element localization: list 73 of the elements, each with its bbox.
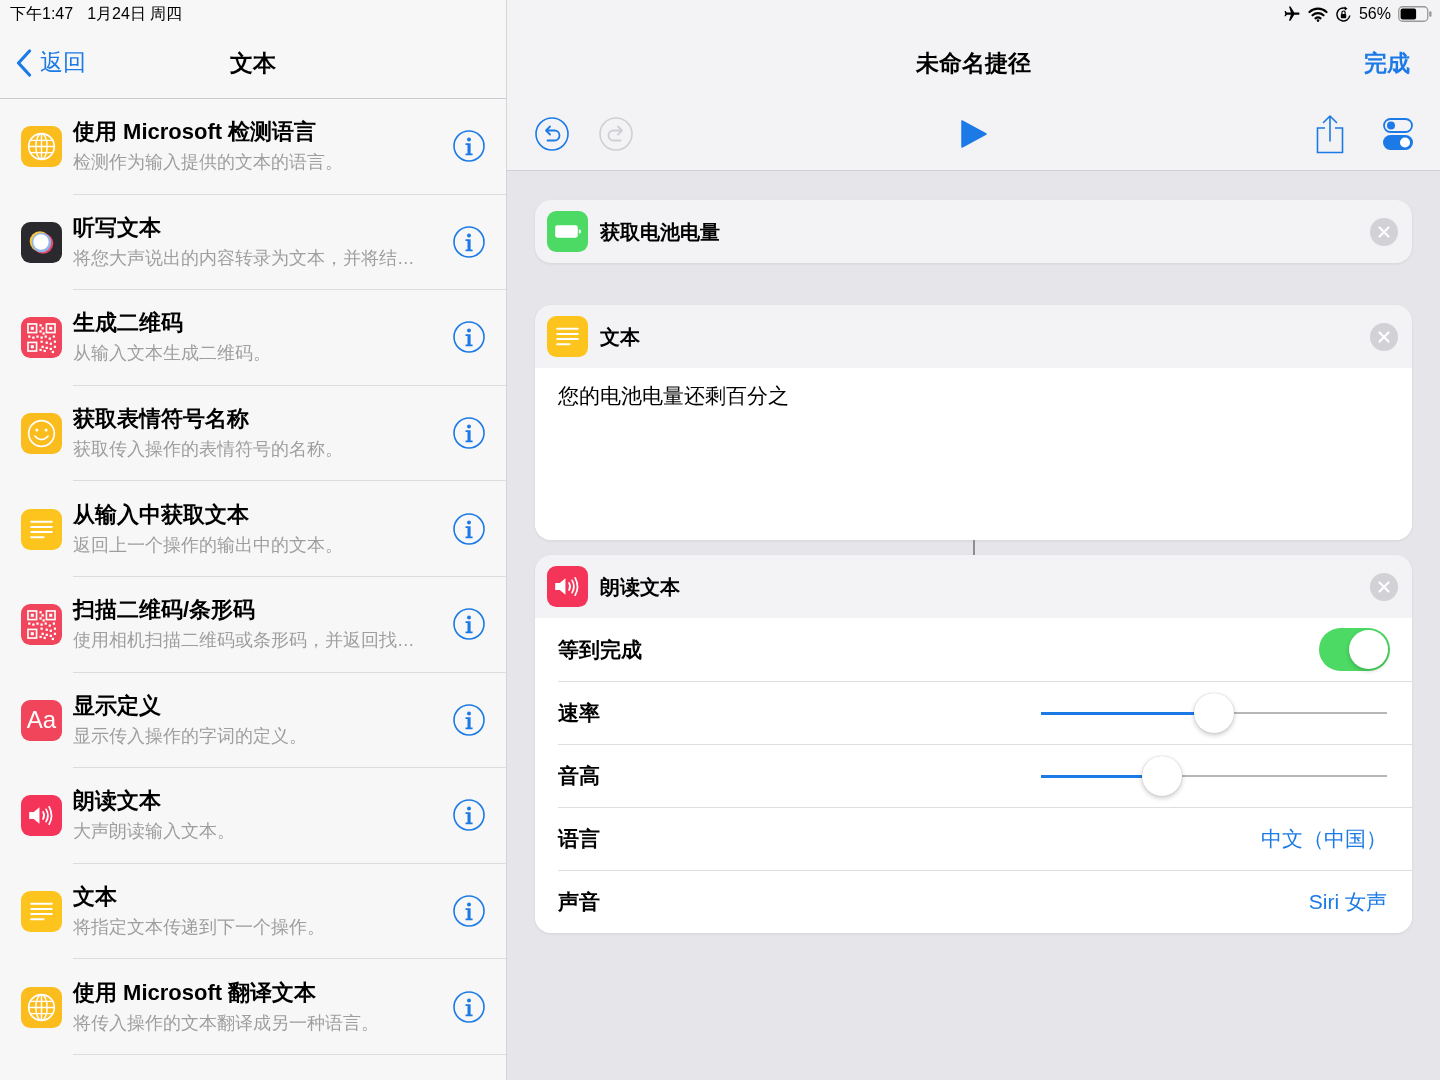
action-title: 文本 — [73, 883, 117, 912]
action-description: 将指定文本传递到下一个操作。 — [73, 916, 325, 940]
chevron-icon — [16, 49, 32, 77]
action-description: 获取传入操作的表情符号的名称。 — [73, 438, 343, 462]
smiley-icon — [21, 413, 62, 455]
action-title: 显示定义 — [73, 691, 161, 720]
nav-title: 文本 — [230, 48, 276, 78]
action-title: 使用 Microsoft 翻译文本 — [73, 978, 317, 1007]
battery-percent: 56% — [1358, 4, 1391, 24]
ring-icon — [21, 221, 62, 263]
info-icon[interactable] — [453, 512, 485, 545]
action-description: 检测作为输入提供的文本的语言。 — [73, 151, 343, 175]
slider-thumb[interactable] — [1142, 756, 1183, 796]
parameter-label: 音高 — [558, 763, 600, 790]
qr-code-icon — [21, 604, 62, 646]
info-icon[interactable] — [453, 703, 485, 736]
info-icon[interactable] — [453, 417, 485, 450]
parameter-label: 声音 — [558, 889, 600, 916]
action-title: 生成二维码 — [73, 309, 183, 338]
text-lines-icon — [547, 316, 588, 357]
action-description: 大声朗读输入文本。 — [73, 820, 235, 844]
info-icon[interactable] — [453, 130, 485, 163]
battery-icon — [547, 211, 588, 252]
option-value[interactable]: Siri 女声 — [1308, 886, 1390, 918]
globe-icon — [21, 126, 62, 168]
action-title: 获取电池电量 — [600, 219, 720, 245]
info-icon[interactable] — [453, 225, 485, 258]
status-date: 1月24日 周四 — [87, 4, 183, 24]
action-title: 文本 — [600, 324, 640, 350]
action-title: 获取表情符号名称 — [73, 405, 249, 434]
toggles-icon[interactable] — [1383, 118, 1413, 150]
airplane-icon — [1282, 5, 1301, 23]
action-title: 朗读文本 — [73, 787, 161, 816]
parameter-label: 语言 — [558, 826, 600, 853]
action-description: 将您大声说出的内容转录为文本，并将结… — [73, 246, 415, 270]
dictionary-icon: Aa — [21, 699, 62, 741]
action-description: 返回上一个操作的输出中的文本。 — [73, 533, 343, 557]
parameter-label: 等到完成 — [558, 636, 642, 663]
text-lines-icon — [21, 508, 62, 550]
back-button[interactable]: 返回 — [16, 49, 86, 77]
info-icon[interactable] — [453, 799, 485, 832]
wifi-icon — [1307, 6, 1328, 22]
share-icon[interactable] — [1316, 114, 1344, 154]
battery-icon — [1398, 6, 1432, 22]
text-lines-icon — [21, 891, 62, 933]
shortcut-title: 未命名捷径 — [916, 48, 1031, 78]
text-field[interactable]: 您的电池电量还剩百分之 — [535, 368, 1412, 540]
action-description: 显示传入操作的字词的定义。 — [73, 724, 307, 748]
undo-icon[interactable] — [535, 117, 569, 151]
status-time: 下午1:47 — [10, 4, 74, 24]
toggle-switch[interactable] — [1319, 628, 1390, 671]
parameter-label: 速率 — [558, 700, 600, 727]
action-description: 从输入文本生成二维码。 — [73, 342, 271, 366]
option-value[interactable]: 中文（中国） — [1261, 823, 1390, 855]
action-description: 将传入操作的文本翻译成另一种语言。 — [73, 1011, 379, 1035]
action-title: 扫描二维码/条形码 — [73, 596, 256, 625]
action-title: 朗读文本 — [600, 574, 680, 600]
globe-icon — [21, 986, 62, 1028]
action-description: 使用相机扫描二维码或条形码，并返回找… — [73, 629, 415, 653]
speaker-icon — [21, 795, 62, 837]
qr-code-icon — [21, 317, 62, 359]
slider-thumb[interactable] — [1194, 693, 1234, 733]
action-title: 从输入中获取文本 — [73, 500, 249, 529]
rotation-lock-icon — [1334, 5, 1352, 23]
info-icon[interactable] — [453, 608, 485, 641]
action-title: 使用 Microsoft 检测语言 — [73, 118, 317, 147]
info-icon[interactable] — [453, 895, 485, 928]
play-icon[interactable] — [961, 120, 987, 148]
done-button[interactable]: 完成 — [1364, 45, 1410, 81]
info-icon[interactable] — [453, 321, 485, 354]
info-icon[interactable] — [453, 990, 485, 1023]
speaker-icon — [547, 566, 588, 607]
action-title: 听写文本 — [73, 213, 161, 242]
